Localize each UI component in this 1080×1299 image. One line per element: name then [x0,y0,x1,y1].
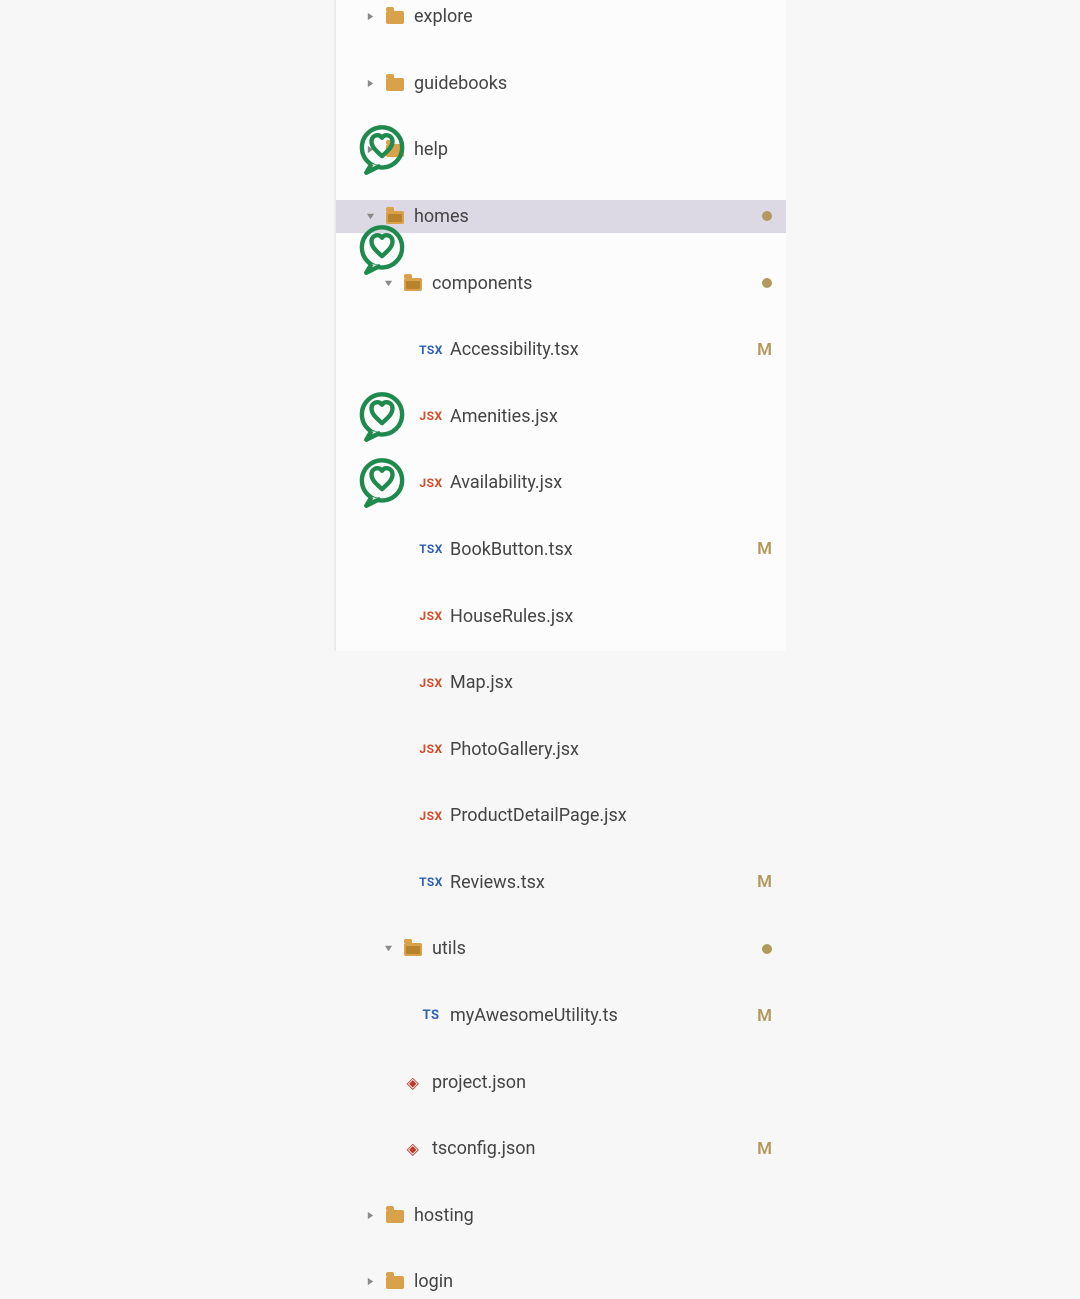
chevron-down-icon[interactable] [382,943,394,955]
tree-item-label: Accessibility.tsx [450,339,579,360]
tree-row[interactable]: JSX Availability.jsx [336,466,786,499]
tree-row[interactable]: homes [336,200,786,233]
tsx-file-icon: TSX [420,340,442,360]
tree-item-label: hosting [414,1205,474,1226]
jsx-file-icon: JSX [420,606,442,626]
tree-item-label: guidebooks [414,73,507,94]
chevron-down-icon[interactable] [382,277,394,289]
tree-item-label: utils [432,938,466,959]
tsx-file-icon: TSX [420,539,442,559]
tree-row[interactable]: JSX Map.jsx [336,666,786,699]
tree-row[interactable]: login [336,1265,786,1298]
vcs-changed-dot [762,273,772,293]
vcs-modified-badge: M [757,1006,772,1026]
folder-icon [402,939,424,959]
tree-row[interactable]: help [336,133,786,166]
tree-row[interactable]: TSX Accessibility.tsx M [336,333,786,366]
tree-row[interactable]: TSX Reviews.tsx M [336,866,786,899]
tree-item-label: components [432,273,532,294]
tree-item-label: login [414,1271,453,1292]
chevron-right-icon[interactable] [364,144,376,156]
tsx-file-icon: TSX [420,872,442,892]
folder-icon [384,1205,406,1225]
tree-row[interactable]: ◈ tsconfig.json M [336,1132,786,1165]
vcs-modified-badge: M [757,872,772,892]
tree-row[interactable]: JSX PhotoGallery.jsx [336,733,786,766]
folder-icon [384,206,406,226]
tree-item-label: ProductDetailPage.jsx [450,805,627,826]
tree-item-label: Reviews.tsx [450,872,545,893]
vcs-modified-badge: M [757,1139,772,1159]
tree-row[interactable]: guidebooks [336,67,786,100]
tree-item-label: PhotoGallery.jsx [450,739,579,760]
tree-item-label: BookButton.tsx [450,539,573,560]
chevron-right-icon[interactable] [364,11,376,23]
tree-row[interactable]: hosting [336,1199,786,1232]
json-file-icon: ◈ [402,1072,424,1092]
jsx-file-icon: JSX [420,406,442,426]
tree-item-label: help [414,139,448,160]
tree-row[interactable]: JSX ProductDetailPage.jsx [336,799,786,832]
vcs-changed-dot [762,206,772,226]
folder-icon [402,273,424,293]
tree-item-label: myAwesomeUtility.ts [450,1005,618,1026]
tree-item-label: homes [414,206,469,227]
tree-item-label: HouseRules.jsx [450,606,573,627]
tree-row[interactable]: ◈ project.json [336,1066,786,1099]
file-tree-panel: explore guidebooks help homes components TSX A… [334,0,786,651]
tree-item-label: Availability.jsx [450,472,562,493]
ts-file-icon: TS [420,1006,442,1026]
folder-icon [384,1272,406,1292]
jsx-file-icon: JSX [420,806,442,826]
chevron-right-icon[interactable] [364,77,376,89]
vcs-modified-badge: M [757,340,772,360]
folder-icon [384,140,406,160]
tree-item-label: Amenities.jsx [450,406,558,427]
tree-item-label: Map.jsx [450,672,513,693]
vcs-changed-dot [762,939,772,959]
jsx-file-icon: JSX [420,739,442,759]
jsx-file-icon: JSX [420,673,442,693]
vcs-modified-badge: M [757,539,772,559]
tree-row[interactable]: JSX HouseRules.jsx [336,599,786,632]
json-file-icon: ◈ [402,1139,424,1159]
tree-row[interactable]: explore [336,0,786,33]
tree-row[interactable]: JSX Amenities.jsx [336,400,786,433]
tree-row[interactable]: TSX BookButton.tsx M [336,533,786,566]
tree-row[interactable]: components [336,266,786,299]
tree-item-label: tsconfig.json [432,1138,535,1159]
tree-row[interactable]: TS myAwesomeUtility.ts M [336,999,786,1032]
chevron-down-icon[interactable] [364,210,376,222]
folder-icon [384,73,406,93]
tree-item-label: explore [414,6,473,27]
chevron-right-icon[interactable] [364,1276,376,1288]
chevron-right-icon[interactable] [364,1209,376,1221]
tree-row[interactable]: utils [336,932,786,965]
tree-item-label: project.json [432,1072,526,1093]
jsx-file-icon: JSX [420,473,442,493]
folder-icon [384,7,406,27]
